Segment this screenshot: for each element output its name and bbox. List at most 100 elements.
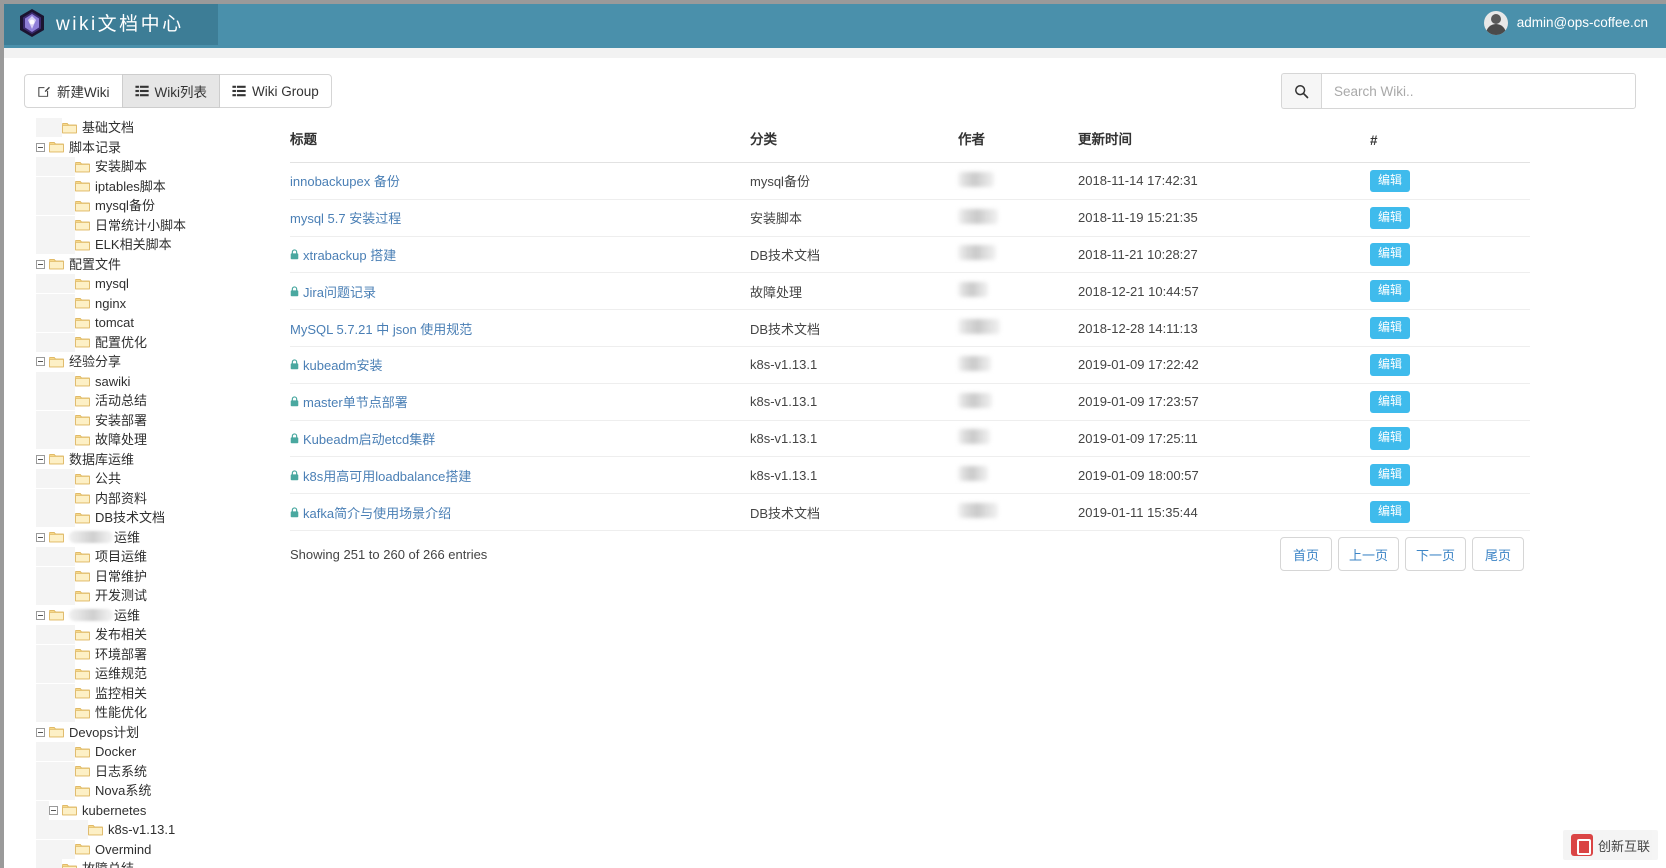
- tree-node-label[interactable]: 数据库运维: [69, 453, 134, 466]
- tree-node[interactable]: 配置优化: [36, 332, 278, 353]
- wiki-title-link[interactable]: mysql 5.7 安装过程: [290, 208, 401, 227]
- tree-collapse-toggle[interactable]: [36, 454, 45, 464]
- wiki-title-link[interactable]: master单节点部署: [290, 392, 408, 411]
- tree-node-label[interactable]: mysql备份: [95, 199, 155, 212]
- edit-button[interactable]: 编辑: [1370, 427, 1411, 450]
- wiki-title-link[interactable]: MySQL 5.7.21 中 json 使用规范: [290, 319, 472, 338]
- tree-node-label[interactable]: ELK相关脚本: [95, 238, 172, 251]
- edit-button[interactable]: 编辑: [1370, 169, 1411, 192]
- tree-node[interactable]: Docker: [36, 742, 278, 762]
- tree-node[interactable]: 数据库运维: [36, 450, 278, 470]
- tree-node-label[interactable]: 公共: [95, 472, 121, 485]
- tree-node[interactable]: 监控相关: [36, 683, 278, 704]
- tree-node[interactable]: iptables脚本: [36, 176, 278, 197]
- tree-node-label[interactable]: 配置优化: [95, 336, 147, 349]
- tree-node-label[interactable]: 内部资料: [95, 492, 147, 505]
- search-input[interactable]: [1321, 73, 1636, 109]
- wiki-group-button[interactable]: Wiki Group: [219, 74, 332, 108]
- tree-node-label[interactable]: k8s-v1.13.1: [108, 823, 175, 836]
- tree-node[interactable]: tomcat: [36, 313, 278, 333]
- tree-node-label[interactable]: 发布相关: [95, 628, 147, 641]
- tree-node[interactable]: 性能优化: [36, 703, 278, 723]
- tree-collapse-toggle[interactable]: [36, 259, 45, 269]
- tree-node[interactable]: 安装部署: [36, 410, 278, 431]
- tree-node[interactable]: sawiki: [36, 371, 278, 392]
- tree-node-label[interactable]: 项目运维: [95, 550, 147, 563]
- tree-node-label[interactable]: 运维: [69, 608, 140, 622]
- tree-node-label[interactable]: 经验分享: [69, 355, 121, 368]
- tree-node-label[interactable]: 脚本记录: [69, 141, 121, 154]
- tree-node-label[interactable]: 日志系统: [95, 765, 147, 778]
- pager-button-3[interactable]: 尾页: [1472, 537, 1524, 571]
- tree-node[interactable]: 发布相关: [36, 625, 278, 645]
- tree-node-label[interactable]: 运维: [69, 530, 140, 544]
- tree-node[interactable]: 脚本记录: [36, 138, 278, 158]
- tree-node-label[interactable]: mysql: [95, 277, 129, 290]
- tree-node[interactable]: 运维规范: [36, 664, 278, 684]
- tree-node-label[interactable]: Docker: [95, 745, 136, 758]
- tree-node[interactable]: 故障总结: [36, 859, 278, 868]
- tree-node[interactable]: 运维: [36, 528, 278, 548]
- wiki-title-link[interactable]: k8s用高可用loadbalance搭建: [290, 466, 471, 485]
- edit-button[interactable]: 编辑: [1370, 464, 1411, 487]
- tree-node[interactable]: ELK相关脚本: [36, 235, 278, 255]
- tree-node[interactable]: 开发测试: [36, 586, 278, 606]
- brand-area[interactable]: wiki文档中心: [0, 0, 218, 45]
- tree-node[interactable]: Devops计划: [36, 723, 278, 743]
- edit-button[interactable]: 编辑: [1370, 206, 1411, 229]
- tree-node[interactable]: k8s-v1.13.1: [36, 820, 278, 840]
- tree-node[interactable]: 公共: [36, 469, 278, 489]
- tree-collapse-toggle[interactable]: [36, 610, 45, 620]
- tree-node[interactable]: 日常统计小脚本: [36, 215, 278, 236]
- tree-node[interactable]: kubernetes: [36, 800, 278, 821]
- tree-node-label[interactable]: nginx: [95, 297, 126, 310]
- tree-collapse-toggle[interactable]: [36, 532, 45, 542]
- tree-node[interactable]: 环境部署: [36, 644, 278, 665]
- tree-node[interactable]: 配置文件: [36, 255, 278, 275]
- pager-button-1[interactable]: 上一页: [1337, 537, 1399, 571]
- tree-node-label[interactable]: 安装脚本: [95, 160, 147, 173]
- wiki-title-link[interactable]: innobackupex 备份: [290, 171, 400, 190]
- pager-button-0[interactable]: 首页: [1279, 537, 1332, 571]
- tree-collapse-toggle[interactable]: [36, 357, 45, 367]
- tree-node[interactable]: 运维: [36, 606, 278, 626]
- tree-node-label[interactable]: Nova系统: [95, 784, 151, 797]
- tree-node[interactable]: 日志系统: [36, 761, 278, 782]
- tree-node-label[interactable]: 监控相关: [95, 687, 147, 700]
- tree-node-label[interactable]: 运维规范: [95, 667, 147, 680]
- tree-node[interactable]: DB技术文档: [36, 508, 278, 528]
- tree-collapse-toggle[interactable]: [49, 805, 58, 815]
- tree-node-label[interactable]: DB技术文档: [95, 511, 165, 524]
- tree-node[interactable]: 活动总结: [36, 391, 278, 411]
- tree-node-label[interactable]: Devops计划: [69, 726, 139, 739]
- search-icon[interactable]: [1281, 73, 1321, 109]
- tree-node-label[interactable]: 开发测试: [95, 589, 147, 602]
- tree-node-label[interactable]: 基础文档: [82, 121, 134, 134]
- tree-node[interactable]: nginx: [36, 293, 278, 314]
- tree-node[interactable]: mysql备份: [36, 196, 278, 216]
- wiki-title-link[interactable]: kubeadm安装: [290, 355, 382, 374]
- tree-collapse-toggle[interactable]: [36, 142, 45, 152]
- edit-button[interactable]: 编辑: [1370, 353, 1411, 376]
- tree-collapse-toggle[interactable]: [36, 727, 45, 737]
- tree-node-label[interactable]: sawiki: [95, 375, 130, 388]
- tree-node[interactable]: Nova系统: [36, 781, 278, 801]
- tree-node-label[interactable]: 故障总结: [82, 862, 134, 868]
- wiki-title-link[interactable]: Jira问题记录: [290, 282, 376, 301]
- tree-node[interactable]: 项目运维: [36, 547, 278, 567]
- wiki-title-link[interactable]: Kubeadm启动etcd集群: [290, 429, 435, 448]
- pager-button-2[interactable]: 下一页: [1404, 537, 1466, 571]
- tree-node[interactable]: 经验分享: [36, 352, 278, 372]
- tree-node[interactable]: 日常维护: [36, 566, 278, 587]
- tree-node[interactable]: 故障处理: [36, 430, 278, 450]
- tree-node-label[interactable]: 故障处理: [95, 433, 147, 446]
- edit-button[interactable]: 编辑: [1370, 500, 1411, 524]
- wiki-title-link[interactable]: xtrabackup 搭建: [290, 245, 396, 264]
- tree-node-label[interactable]: 活动总结: [95, 394, 147, 407]
- edit-button[interactable]: 编辑: [1370, 243, 1411, 266]
- tree-node-label[interactable]: 配置文件: [69, 258, 121, 271]
- tree-node-label[interactable]: Overmind: [95, 843, 151, 856]
- edit-button[interactable]: 编辑: [1370, 280, 1411, 303]
- new-wiki-button[interactable]: 新建Wiki: [24, 74, 123, 108]
- tree-node[interactable]: 安装脚本: [36, 157, 278, 177]
